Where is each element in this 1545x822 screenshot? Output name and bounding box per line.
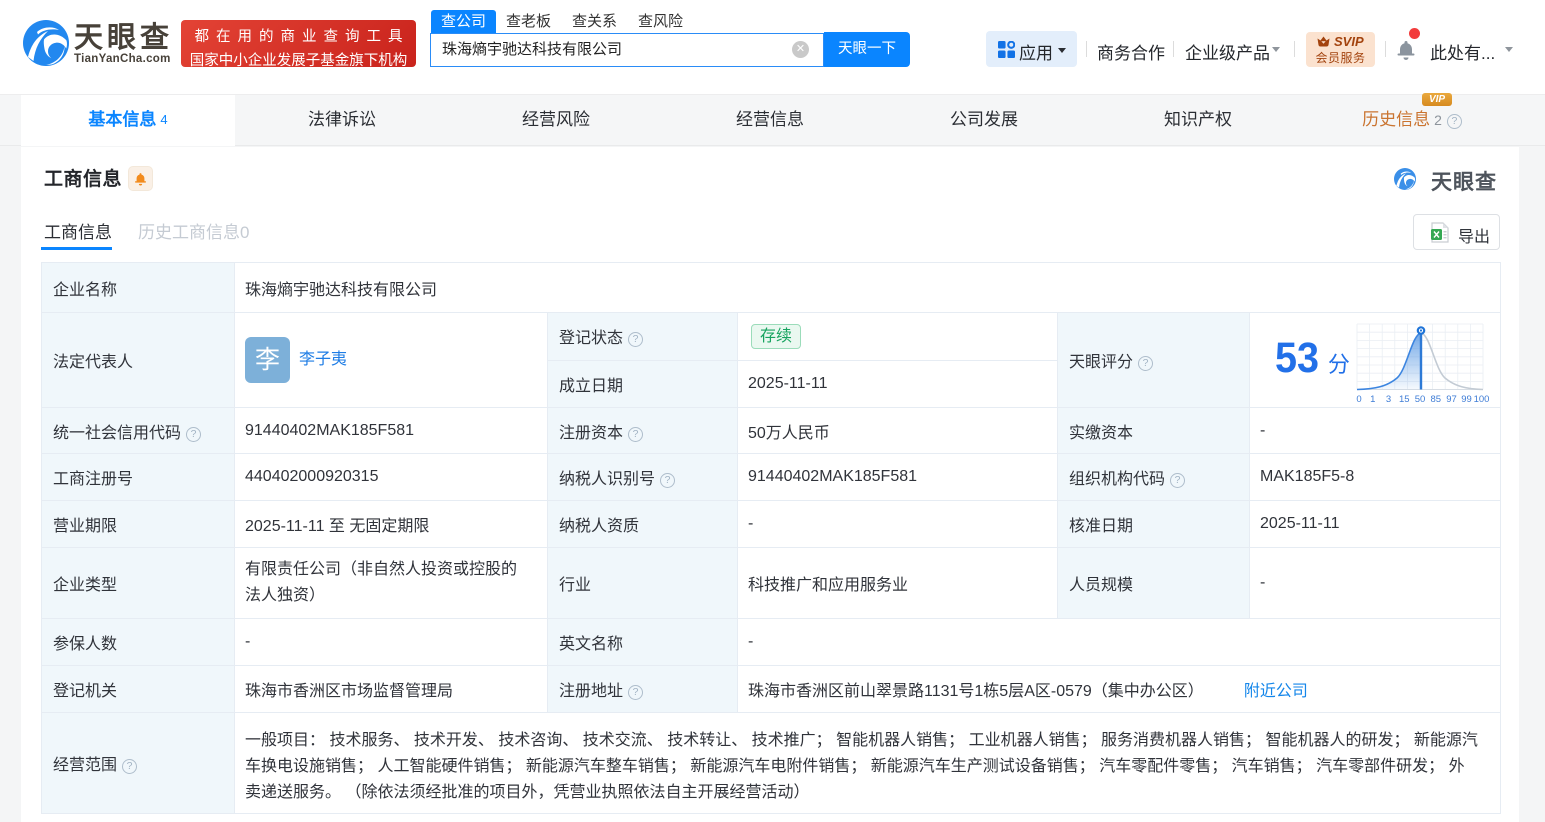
svg-text:100: 100 [1474, 394, 1490, 405]
svg-text:97: 97 [1446, 394, 1457, 405]
svg-text:0: 0 [1356, 394, 1361, 405]
svg-text:50: 50 [1415, 394, 1426, 405]
svg-text:15: 15 [1399, 394, 1410, 405]
svg-text:99: 99 [1461, 394, 1472, 405]
svg-text:1: 1 [1370, 394, 1375, 405]
svg-text:3: 3 [1386, 394, 1391, 405]
svg-text:85: 85 [1430, 394, 1441, 405]
